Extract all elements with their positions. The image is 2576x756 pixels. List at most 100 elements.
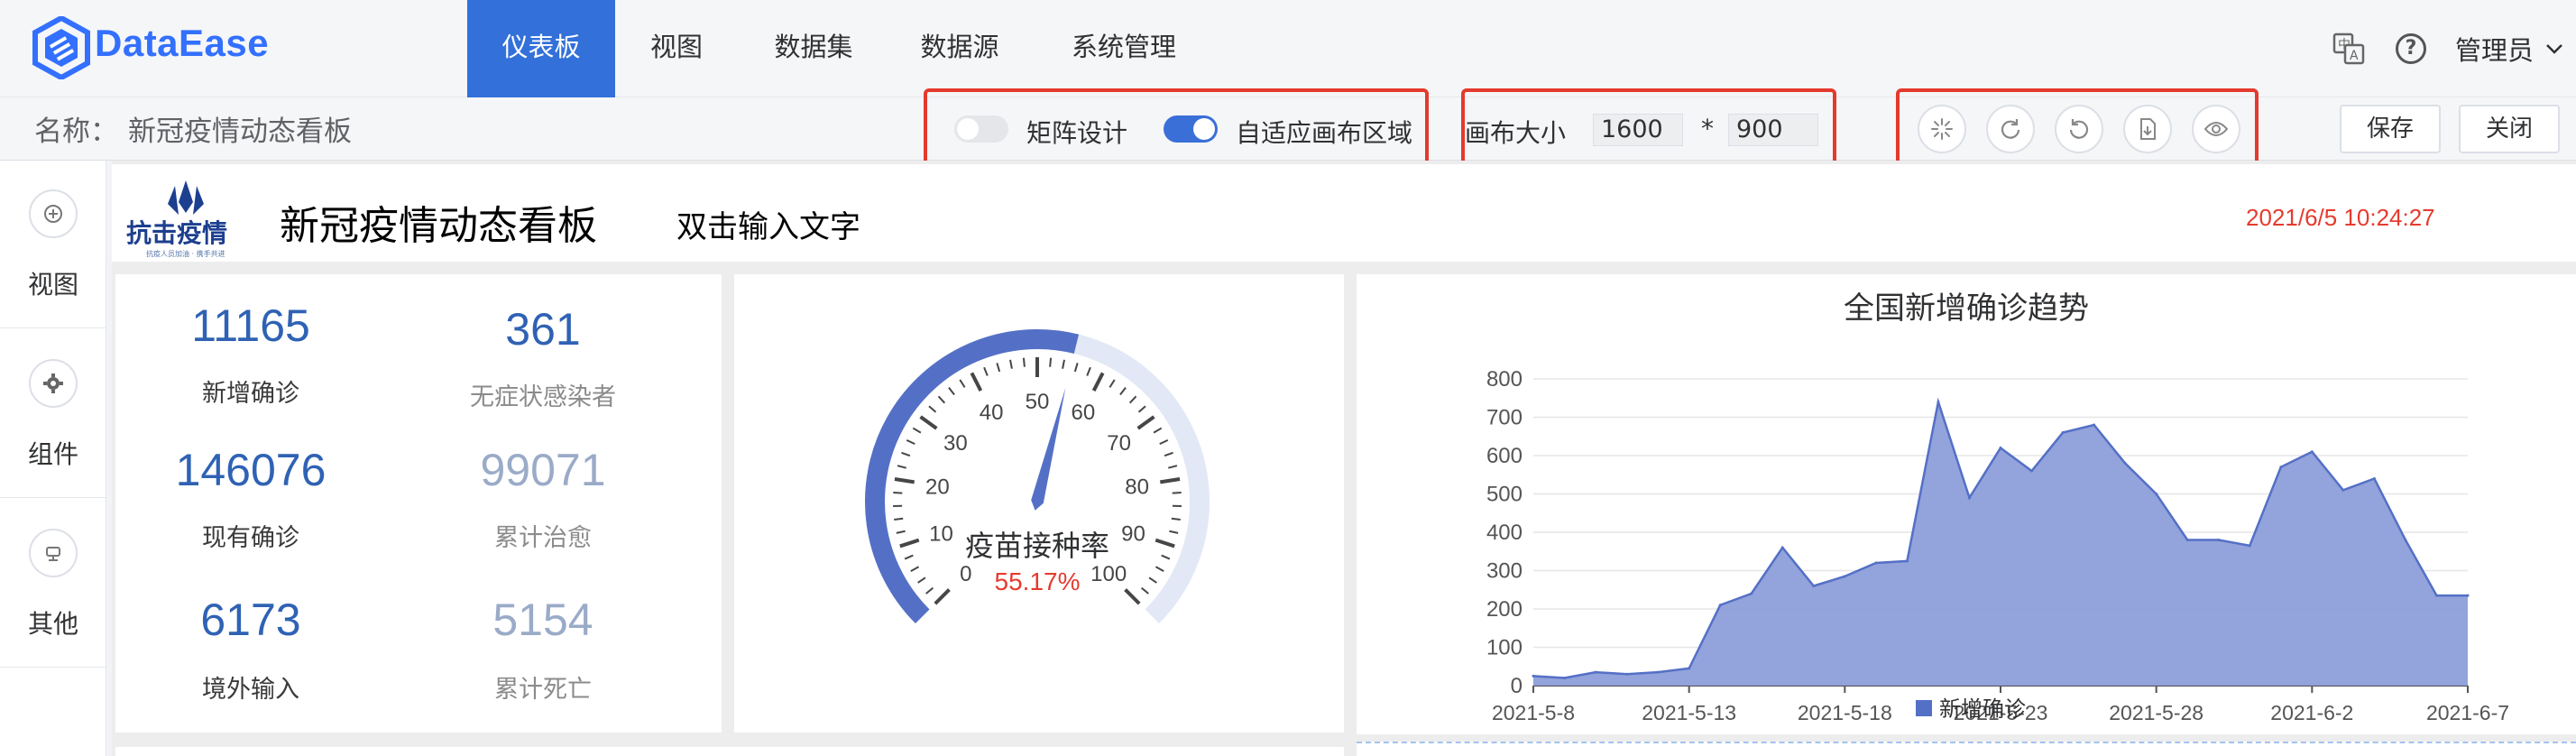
gauge-minor-tick — [897, 465, 906, 469]
stat-label-new-confirmed: 新增确诊 — [202, 380, 299, 408]
gauge-minor-tick — [996, 363, 1001, 373]
name-label: 名称： — [34, 115, 118, 148]
trend-chart-panel[interactable]: 全国新增确诊趋势 0 100 200 300 400 500 600 700 800 2021-5… — [1357, 274, 2576, 734]
gauge-minor-tick — [1109, 379, 1116, 388]
data-point — [1843, 575, 1846, 578]
undo-icon[interactable] — [2055, 105, 2103, 153]
brand-name[interactable]: DataEase — [95, 22, 269, 65]
data-point — [2466, 594, 2470, 597]
gauge-minor-tick — [1073, 363, 1079, 373]
gauge-minor-tick — [1009, 359, 1013, 369]
gauge-minor-tick — [901, 451, 911, 457]
data-point — [1999, 447, 2002, 449]
gauge-minor-tick — [1164, 451, 1173, 457]
stat-value-new-confirmed: 11165 — [191, 300, 310, 351]
y-tick-label: 300 — [1486, 559, 1523, 584]
gauge-minor-tick — [1153, 427, 1163, 434]
sidebar-item-component[interactable]: 组件 — [0, 330, 106, 498]
x-tick-label: 2021-5-18 — [1798, 701, 1892, 724]
gauge-minor-tick — [1161, 554, 1171, 560]
data-point — [2123, 462, 2127, 465]
gauge-minor-tick — [1140, 586, 1149, 595]
canvas-height-input[interactable]: 900 — [1728, 114, 1818, 146]
save-button[interactable]: 保存 — [2340, 105, 2441, 153]
nav-datasource[interactable]: 数据源 — [906, 0, 1014, 97]
gauge-minor-tick — [959, 379, 966, 388]
legend-label: 新增确诊 — [1939, 696, 2026, 722]
data-point — [2341, 488, 2345, 492]
data-point — [1563, 677, 1567, 679]
selected-panel-outline — [1357, 742, 2576, 743]
nav-dashboard[interactable]: 仪表板 — [467, 0, 615, 97]
data-point — [1905, 559, 1909, 563]
board-title[interactable]: 新冠疫情动态看板 — [280, 193, 597, 251]
x-tick-label: 2021-5-8 — [1492, 701, 1575, 724]
top-navigation-bar: DataEase 仪表板 视图 数据集 数据源 系统管理 中 A ? 管理员 — [0, 0, 2576, 97]
stat-label-current-confirmed: 现有确诊 — [202, 524, 299, 552]
gauge-minor-tick — [917, 576, 926, 584]
y-tick-label: 500 — [1486, 483, 1523, 507]
stats-panel[interactable]: 11165 新增确诊 361 无症状感染者 146076 现有确诊 99071 … — [115, 274, 722, 733]
canvas-width-input[interactable]: 1600 — [1593, 114, 1683, 146]
sidebar-label-component: 组件 — [27, 439, 78, 469]
y-tick-label: 0 — [1511, 674, 1523, 698]
gauge-tick-label: 0 — [960, 562, 971, 586]
redo-icon[interactable] — [1986, 105, 2035, 153]
gauge-tick-label: 60 — [1071, 401, 1095, 425]
bottom-left-panel[interactable] — [115, 747, 1344, 756]
nav-dataset[interactable]: 数据集 — [759, 0, 868, 97]
x-tick-label: 2021-5-28 — [2109, 701, 2203, 724]
language-icon[interactable]: 中 A — [2332, 0, 2365, 97]
data-point — [1750, 592, 1753, 595]
gauge-minor-tick — [983, 366, 989, 376]
gauge-minor-tick — [937, 395, 946, 404]
nav-system-management[interactable]: 系统管理 — [1052, 0, 1196, 97]
data-point — [2372, 477, 2376, 480]
gauge-tick-label: 40 — [980, 401, 1004, 425]
gauge-minor-tick — [928, 405, 937, 413]
gauge-major-tick — [970, 372, 983, 392]
x-tick-label: 2021-6-2 — [2270, 701, 2353, 724]
logo-slogan: 抗疫人员加油 · 携手共进 — [146, 249, 225, 258]
area-fill — [1533, 401, 2468, 686]
gauge-minor-tick — [1062, 359, 1065, 369]
data-point — [2185, 539, 2189, 541]
dashboard-canvas: 抗击疫情 抗疫人员加油 · 携手共进 新冠疫情动态看板 双击输入文字 2021/… — [112, 161, 2576, 756]
x-tick-label: 2021-5-13 — [1642, 701, 1736, 724]
preview-icon[interactable] — [2192, 105, 2240, 153]
data-point — [2061, 431, 2065, 434]
gauge-major-tick — [1124, 588, 1141, 605]
data-point — [2093, 423, 2096, 427]
stat-value-asymptomatic: 361 — [505, 304, 581, 355]
legend-swatch — [1916, 700, 1932, 716]
gauge-major-tick — [1159, 476, 1181, 484]
sidebar-label-other: 其他 — [27, 609, 78, 639]
gauge-minor-tick — [1169, 530, 1179, 534]
sidebar-item-other[interactable]: 其他 — [0, 500, 106, 668]
style-icon[interactable] — [1918, 105, 1966, 153]
bottom-right-panel[interactable] — [1357, 742, 2576, 756]
vaccination-gauge-panel[interactable]: 0 10 20 30 40 50 60 70 80 90 100 疫苗接种率 55.17% — [734, 274, 1344, 733]
data-point — [1874, 561, 1878, 565]
board-text-widget[interactable]: 双击输入文字 — [676, 202, 860, 246]
adaptive-canvas-switch[interactable] — [1164, 115, 1218, 143]
close-button[interactable]: 关闭 — [2459, 105, 2560, 153]
stat-label-total-cured: 累计治愈 — [494, 524, 592, 552]
gauge-minor-tick — [912, 427, 922, 434]
board-datetime: 2021/6/5 10:24:27 — [2246, 204, 2435, 231]
data-point — [1780, 546, 1784, 549]
nav-view[interactable]: 视图 — [631, 0, 722, 97]
data-point — [2404, 539, 2407, 541]
gauge-minor-tick — [894, 517, 904, 521]
user-menu[interactable]: 管理员 — [2455, 0, 2566, 97]
help-icon[interactable]: ? — [2396, 0, 2426, 97]
export-icon[interactable] — [2123, 105, 2172, 153]
sidebar-item-view[interactable]: 视图 — [0, 161, 106, 328]
gauge-minor-tick — [1171, 517, 1181, 521]
gauge-minor-tick — [948, 386, 955, 396]
matrix-design-switch[interactable] — [954, 115, 1008, 143]
dashboard-name: 新冠疫情动态看板 — [128, 115, 352, 148]
data-point — [2155, 493, 2158, 495]
adaptive-canvas-label: 自适应画布区域 — [1236, 118, 1413, 148]
vaccination-gauge-chart: 0 10 20 30 40 50 60 70 80 90 100疫苗接种率 55.17% — [865, 329, 1210, 624]
